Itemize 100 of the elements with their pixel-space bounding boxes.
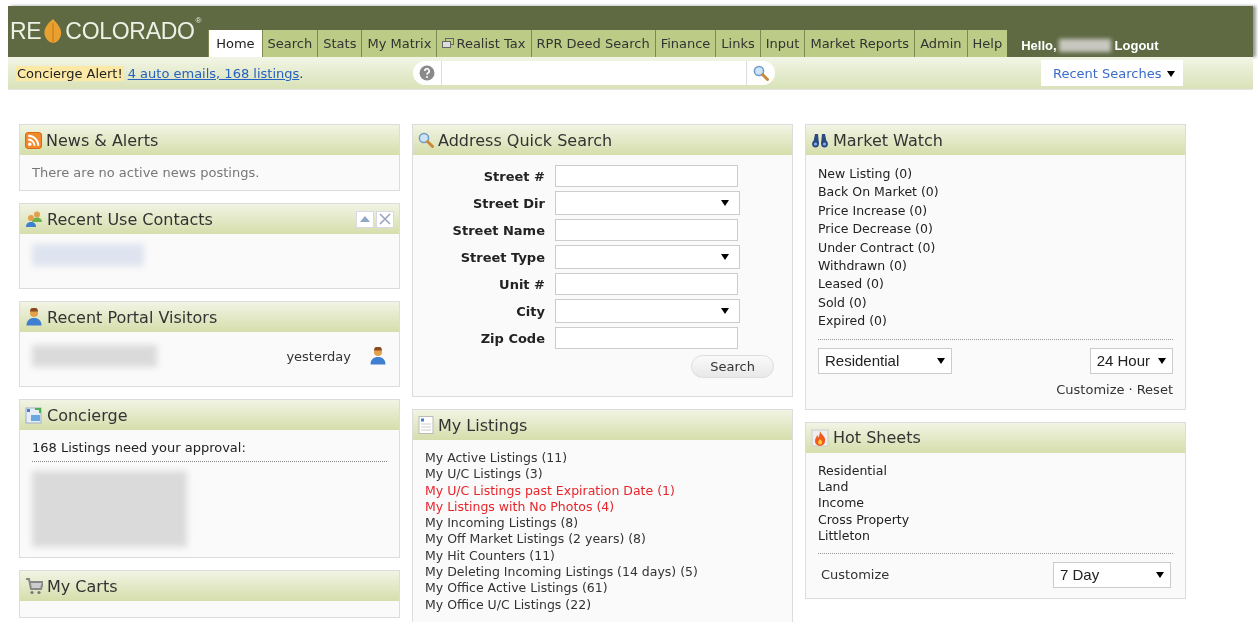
nav-tab[interactable]: RPR Deed Search	[530, 30, 655, 57]
separator-dot: ·	[1128, 381, 1133, 397]
alert-punctuation: .	[299, 65, 304, 81]
listing-link[interactable]: My Incoming Listings (8)	[425, 515, 780, 532]
nav-tab[interactable]: Market Reports	[804, 30, 915, 57]
market-link[interactable]: Back On Market (0)	[818, 183, 1173, 202]
person-icon	[25, 308, 43, 326]
listing-link[interactable]: My Office U/C Listings (22)	[425, 596, 780, 613]
nav-tab[interactable]: Finance	[654, 30, 716, 57]
approval-message: 168 Listings need your approval:	[32, 440, 387, 462]
customize-link[interactable]: Customize	[1056, 381, 1125, 397]
binoculars-icon	[811, 132, 829, 148]
nav-tab[interactable]: Search	[261, 30, 318, 57]
nav-tab[interactable]: Help	[966, 30, 1008, 57]
type-select[interactable]: Residential	[818, 347, 952, 374]
market-link[interactable]: Price Decrease (0)	[818, 220, 1173, 239]
hot-sheet-link[interactable]: Income	[818, 495, 1173, 512]
field-label: Zip Code	[479, 330, 545, 346]
nav-tab[interactable]: My Matrix	[361, 30, 437, 57]
select-field[interactable]	[555, 191, 740, 215]
caret-icon	[1158, 357, 1166, 364]
help-icon[interactable]	[419, 65, 435, 81]
calendar-icon	[25, 406, 43, 424]
visit-time: yesterday	[286, 348, 351, 364]
input-field[interactable]	[555, 165, 738, 187]
panel-title: Recent Portal Visitors	[47, 307, 218, 327]
hot-sheet-link[interactable]: Cross Property	[818, 511, 1173, 529]
caret-icon	[937, 357, 945, 364]
search-icon[interactable]	[753, 65, 769, 81]
search-icon	[418, 132, 434, 148]
input-field[interactable]	[555, 273, 738, 295]
panel-title: Recent Use Contacts	[47, 209, 213, 229]
up-arrow-icon	[360, 216, 370, 222]
greeting-text: Hello,	[1021, 37, 1057, 53]
panel-title: News & Alerts	[46, 130, 159, 150]
logout-link[interactable]: Logout	[1114, 37, 1159, 53]
nav-tab[interactable]: Input	[759, 30, 805, 57]
market-link[interactable]: Leased (0)	[818, 275, 1173, 294]
listing-link[interactable]: My Listings with No Photos (4)	[425, 498, 780, 516]
empty-message: There are no active news postings.	[32, 165, 261, 180]
nav-tab[interactable]: Admin	[914, 30, 967, 57]
market-link[interactable]: Sold (0)	[818, 293, 1173, 313]
field-label: Street Name	[451, 222, 545, 238]
panel-title: Hot Sheets	[833, 428, 921, 448]
nav-tab[interactable]: Links	[715, 30, 760, 57]
market-link[interactable]: Withdrawn (0)	[818, 257, 1173, 276]
panel-title: Concierge	[47, 405, 128, 425]
select-field[interactable]	[555, 245, 740, 269]
field-label: Street #	[482, 168, 545, 184]
listing-link[interactable]: My Active Listings (11)	[425, 450, 780, 467]
caret-icon	[721, 308, 729, 314]
hot-sheet-link[interactable]: Littleton	[818, 528, 1173, 545]
cart-icon	[25, 577, 43, 595]
input-field[interactable]	[555, 327, 738, 349]
field-label: City	[515, 303, 545, 319]
nav-tab[interactable]: Home	[208, 30, 262, 57]
listing-link[interactable]: My Deleting Incoming Listings (14 days) (5)	[425, 564, 780, 581]
close-button[interactable]	[376, 210, 394, 228]
fire-icon	[811, 428, 829, 447]
market-link[interactable]: Price Increase (0)	[818, 201, 1173, 221]
period-select[interactable]: 24 Hour	[1089, 347, 1173, 374]
logo[interactable]: RE COLORADO$^{®}$	[8, 16, 202, 56]
panel-title: My Listings	[438, 415, 528, 435]
windows-icon	[442, 38, 455, 49]
search-button[interactable]: Search	[691, 355, 774, 378]
listing-link[interactable]: My U/C Listings past Expiration Date (1)	[425, 482, 780, 499]
quick-search-field[interactable]	[413, 61, 775, 85]
hot-sheet-link[interactable]: Land	[818, 479, 1173, 496]
customize-link[interactable]: Customize	[821, 567, 890, 583]
person-icon	[369, 347, 387, 365]
document-icon	[418, 416, 434, 434]
panel-title: My Carts	[47, 576, 118, 596]
hot-sheet-link[interactable]: Residential	[818, 462, 1173, 480]
listing-link[interactable]: My Off Market Listings (2 years) (8)	[425, 531, 780, 548]
reset-link[interactable]: Reset	[1136, 381, 1173, 397]
field-label: Unit #	[498, 276, 545, 292]
listing-link[interactable]: My Hit Counters (11)	[425, 547, 780, 565]
market-link[interactable]: Under Contract (0)	[818, 238, 1173, 258]
people-icon	[25, 210, 43, 228]
listing-link[interactable]: My U/C Listings (3)	[425, 466, 780, 483]
rss-icon	[25, 131, 42, 149]
recent-searches-dropdown[interactable]: Recent Searches	[1041, 60, 1183, 86]
field-label: Street Type	[459, 249, 545, 265]
market-link[interactable]: Expired (0)	[818, 312, 1173, 331]
panel-title: Market Watch	[833, 130, 943, 150]
market-link[interactable]: New Listing (0)	[818, 165, 1173, 184]
alert-label: Concierge Alert!	[16, 65, 124, 81]
nav-tab[interactable]: Stats	[317, 30, 362, 57]
nav-tab[interactable]: Realist Tax	[436, 30, 531, 57]
collapse-button[interactable]	[356, 210, 374, 228]
field-label: Street Dir	[471, 195, 545, 211]
select-field[interactable]	[555, 299, 740, 323]
caret-icon	[721, 200, 729, 206]
period-select[interactable]: 7 Day	[1053, 561, 1171, 588]
input-field[interactable]	[555, 219, 738, 241]
caret-icon	[1167, 71, 1175, 77]
redacted-name	[1058, 38, 1111, 52]
caret-icon	[1156, 571, 1164, 578]
caret-icon	[721, 254, 729, 260]
listing-link[interactable]: My Office Active Listings (61)	[425, 580, 780, 597]
